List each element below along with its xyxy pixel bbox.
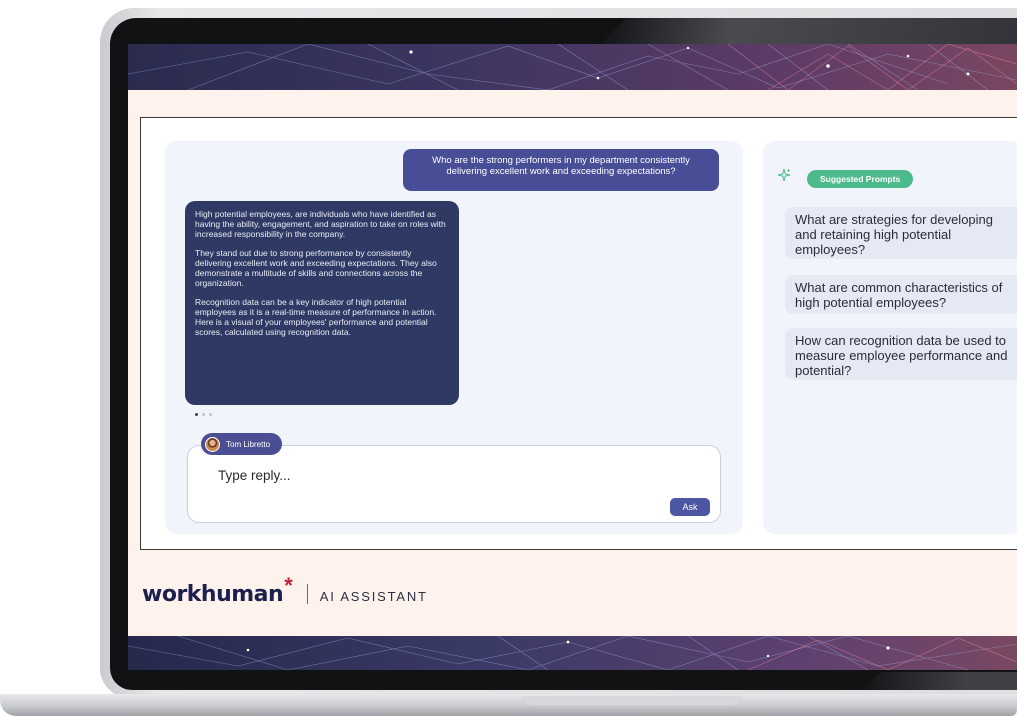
pagination-dot-active[interactable] bbox=[195, 413, 198, 416]
ai-response-paragraph: Recognition data can be a key indicator … bbox=[195, 297, 437, 337]
suggested-prompt-card[interactable]: How can recognition data be used to meas… bbox=[785, 328, 1017, 380]
divider bbox=[306, 584, 308, 604]
bezel-reflection bbox=[860, 672, 1017, 690]
suggested-prompt-card[interactable]: What are common characteristics of high … bbox=[785, 275, 1017, 314]
laptop-base-notch bbox=[522, 696, 742, 705]
header-banner bbox=[128, 44, 1017, 90]
suggested-prompts-badge: Suggested Prompts bbox=[807, 170, 914, 188]
ask-button[interactable]: Ask bbox=[670, 498, 710, 516]
network-pattern-graphic bbox=[128, 636, 1017, 670]
network-pattern-graphic bbox=[128, 44, 1017, 90]
pagination-dot[interactable] bbox=[209, 413, 212, 416]
user-tag: Tom Libretto bbox=[201, 433, 283, 455]
suggested-prompts-panel: Suggested Prompts What are strategies fo… bbox=[763, 141, 1017, 534]
user-name: Tom Libretto bbox=[226, 439, 271, 449]
suggested-prompt-card[interactable]: What are strategies for developing and r… bbox=[785, 207, 1017, 259]
ai-assistant-label: AI ASSISTANT bbox=[319, 589, 428, 604]
brand-footer: workhuman * AI ASSISTANT bbox=[142, 573, 428, 607]
carousel-pagination bbox=[195, 413, 212, 416]
footer-banner bbox=[128, 636, 1017, 670]
avatar bbox=[205, 436, 220, 452]
assistant-window: Who are the strong performers in my depa… bbox=[140, 117, 1017, 550]
user-message-bubble: Who are the strong performers in my depa… bbox=[403, 149, 719, 191]
ai-response-paragraph: They stand out due to strong performance… bbox=[195, 248, 437, 288]
chat-panel: Who are the strong performers in my depa… bbox=[165, 141, 743, 534]
reply-input[interactable]: Type reply... bbox=[218, 468, 291, 483]
ai-response-bubble: High potential employees, are individual… bbox=[185, 201, 459, 405]
bezel-reflection bbox=[600, 18, 1017, 44]
ai-response-paragraph: High potential employees, are individual… bbox=[195, 209, 446, 239]
workhuman-logo: workhuman bbox=[142, 582, 284, 607]
screen: Who are the strong performers in my depa… bbox=[128, 44, 1017, 670]
reply-box[interactable]: Type reply... Ask bbox=[187, 445, 721, 523]
pagination-dot[interactable] bbox=[202, 413, 205, 416]
sparkle-icon bbox=[777, 168, 791, 182]
laptop-base bbox=[0, 694, 1017, 716]
asterisk-logo-icon: * bbox=[284, 573, 293, 598]
